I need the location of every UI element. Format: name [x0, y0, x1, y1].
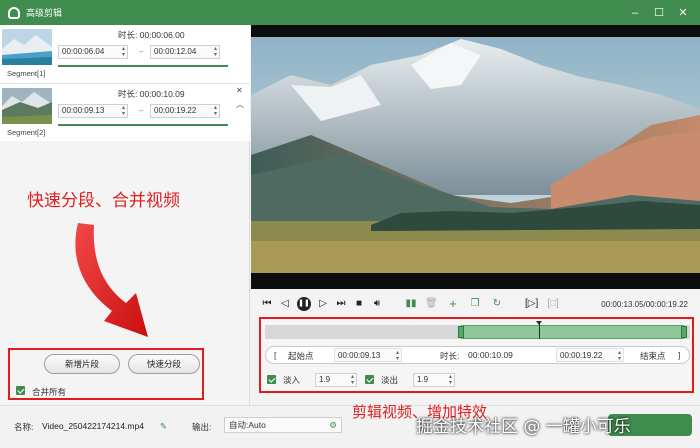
reset-icon[interactable]: ↻ [491, 298, 503, 310]
go-end-icon[interactable]: ⏭ [335, 298, 347, 310]
merge-all-checkbox[interactable] [16, 386, 25, 395]
minimize-button[interactable]: – [628, 6, 642, 20]
app-logo-icon [8, 6, 20, 19]
player-timecode: 00:00:13.05/00:00:19.22 [601, 300, 688, 309]
fade-in-checkbox[interactable] [267, 375, 276, 384]
playback-controls: ⏮ ◁ ❚❚ ▷ ⏭ ■ 🔊︎ ▮▮ 🗑︎ + ❐ ↻ [▷] [□] 00:0… [251, 289, 700, 319]
segment-start-input[interactable]: 00:00:09.13 ▴ ▾ [58, 104, 128, 118]
timeline-playhead[interactable] [536, 321, 543, 339]
go-start-icon[interactable]: ⏮ [261, 298, 273, 310]
quick-split-button[interactable]: 快速分段 [128, 354, 200, 374]
output-select[interactable]: 自动:Auto ⚙ [224, 417, 342, 433]
end-point-button[interactable]: 结束点 [640, 350, 666, 362]
fade-out-input[interactable]: 1.9 ▴ ▾ [413, 373, 455, 387]
output-label: 输出: [192, 422, 212, 432]
end-time-input[interactable]: 00:00:19.22 ▴ ▾ [556, 348, 624, 362]
segment-item[interactable]: Segment[2] 时长: 00:00:10.09 ✕ 00:00:09.13… [0, 83, 250, 141]
duration-label: 时长: [440, 351, 460, 361]
fade-out-label: 淡出 [381, 375, 399, 385]
segment-end-input[interactable]: 00:00:12.04 ▴ ▾ [150, 45, 220, 59]
segment-label: Segment[1] [7, 69, 46, 78]
start-bracket: [ [274, 350, 277, 360]
start-point-button[interactable]: 起始点 [288, 350, 314, 362]
split-merge-box: 新增片段 快速分段 合并所有 [8, 348, 204, 400]
segment-thumbnail [2, 29, 52, 65]
segment-panel: Segment[1] 时长: 00:00:06.00 00:00:06.04 ▴ ▾… [0, 25, 250, 405]
segment-progress-bar [58, 124, 228, 126]
delete-icon[interactable]: 🗑︎ [425, 298, 438, 310]
annotation-split-merge: 快速分段、合并视频 [27, 191, 180, 211]
segment-duration: 时长: 00:00:06.00 [118, 30, 185, 40]
window-title: 高级剪辑 [26, 8, 63, 18]
segment-label: Segment[2] [7, 128, 46, 137]
copy-icon[interactable]: ❐ [469, 298, 481, 310]
step-back-icon[interactable]: ◁ [279, 298, 291, 310]
segment-progress-bar [58, 65, 228, 67]
fade-in-input[interactable]: 1.9 ▴ ▾ [315, 373, 357, 387]
file-name: Video_250422174214.mp4 [42, 421, 144, 431]
range-separator: – [139, 106, 144, 115]
stop-icon[interactable]: ■ [353, 298, 365, 310]
pause-button[interactable]: ❚❚ [297, 297, 311, 311]
title-bar: 高级剪辑 – ☐ ✕ [0, 0, 700, 25]
add-icon[interactable]: + [447, 297, 459, 310]
segment-close-icon[interactable]: ✕ [236, 87, 243, 95]
timeline-selection[interactable] [460, 325, 684, 339]
merge-all-label: 合并所有 [32, 387, 67, 397]
segment-item[interactable]: Segment[1] 时长: 00:00:06.00 00:00:06.04 ▴ ▾… [0, 25, 250, 83]
segment-end-input[interactable]: 00:00:19.22 ▴ ▾ [150, 104, 220, 118]
settings-gear-icon[interactable]: ⚙ [329, 418, 337, 432]
mark-in-icon[interactable]: [▷] [525, 298, 538, 310]
edit-panel: [ 起始点 00:00:09.13 ▴ ▾ 时长: 00:00:10.09 00:0… [259, 317, 694, 393]
edit-name-icon[interactable]: ✎ [160, 421, 167, 432]
video-preview[interactable] [251, 25, 700, 289]
timeline-track[interactable] [265, 321, 690, 339]
segment-start-input[interactable]: 00:00:06.04 ▴ ▾ [58, 45, 128, 59]
fade-out-checkbox[interactable] [365, 375, 374, 384]
step-forward-icon[interactable]: ▷ [317, 298, 329, 310]
segment-duration: 时长: 00:00:10.09 [118, 89, 185, 99]
red-arrow-icon [75, 223, 148, 337]
segment-collapse-icon[interactable]: ︿ [236, 101, 244, 109]
start-time-input[interactable]: 00:00:09.13 ▴ ▾ [334, 348, 402, 362]
close-button[interactable]: ✕ [676, 6, 690, 20]
end-bracket: ] [678, 350, 681, 360]
fade-row: 淡入 1.9 ▴ ▾ 淡出 1.9 ▴ ▾ [265, 373, 690, 387]
segment-thumbnail [2, 88, 52, 124]
range-row: [ 起始点 00:00:09.13 ▴ ▾ 时长: 00:00:10.09 00:0… [265, 346, 690, 364]
mark-out-icon[interactable]: [□] [547, 298, 559, 310]
timeline-start-handle[interactable] [457, 326, 464, 338]
fade-in-label: 淡入 [283, 375, 301, 385]
timeline-end-handle[interactable] [680, 326, 687, 338]
watermark: 掘金技术社区 @ 一罐小可乐 [416, 417, 631, 437]
maximize-button[interactable]: ☐ [652, 6, 666, 20]
name-label: 名称: [14, 422, 34, 432]
add-segment-button[interactable]: 新增片段 [44, 354, 120, 374]
duration-value: 00:00:10.09 [468, 350, 513, 360]
split-icon[interactable]: ▮▮ [405, 298, 417, 310]
volume-icon[interactable]: 🔊︎ [371, 298, 383, 310]
range-separator: – [139, 47, 144, 56]
